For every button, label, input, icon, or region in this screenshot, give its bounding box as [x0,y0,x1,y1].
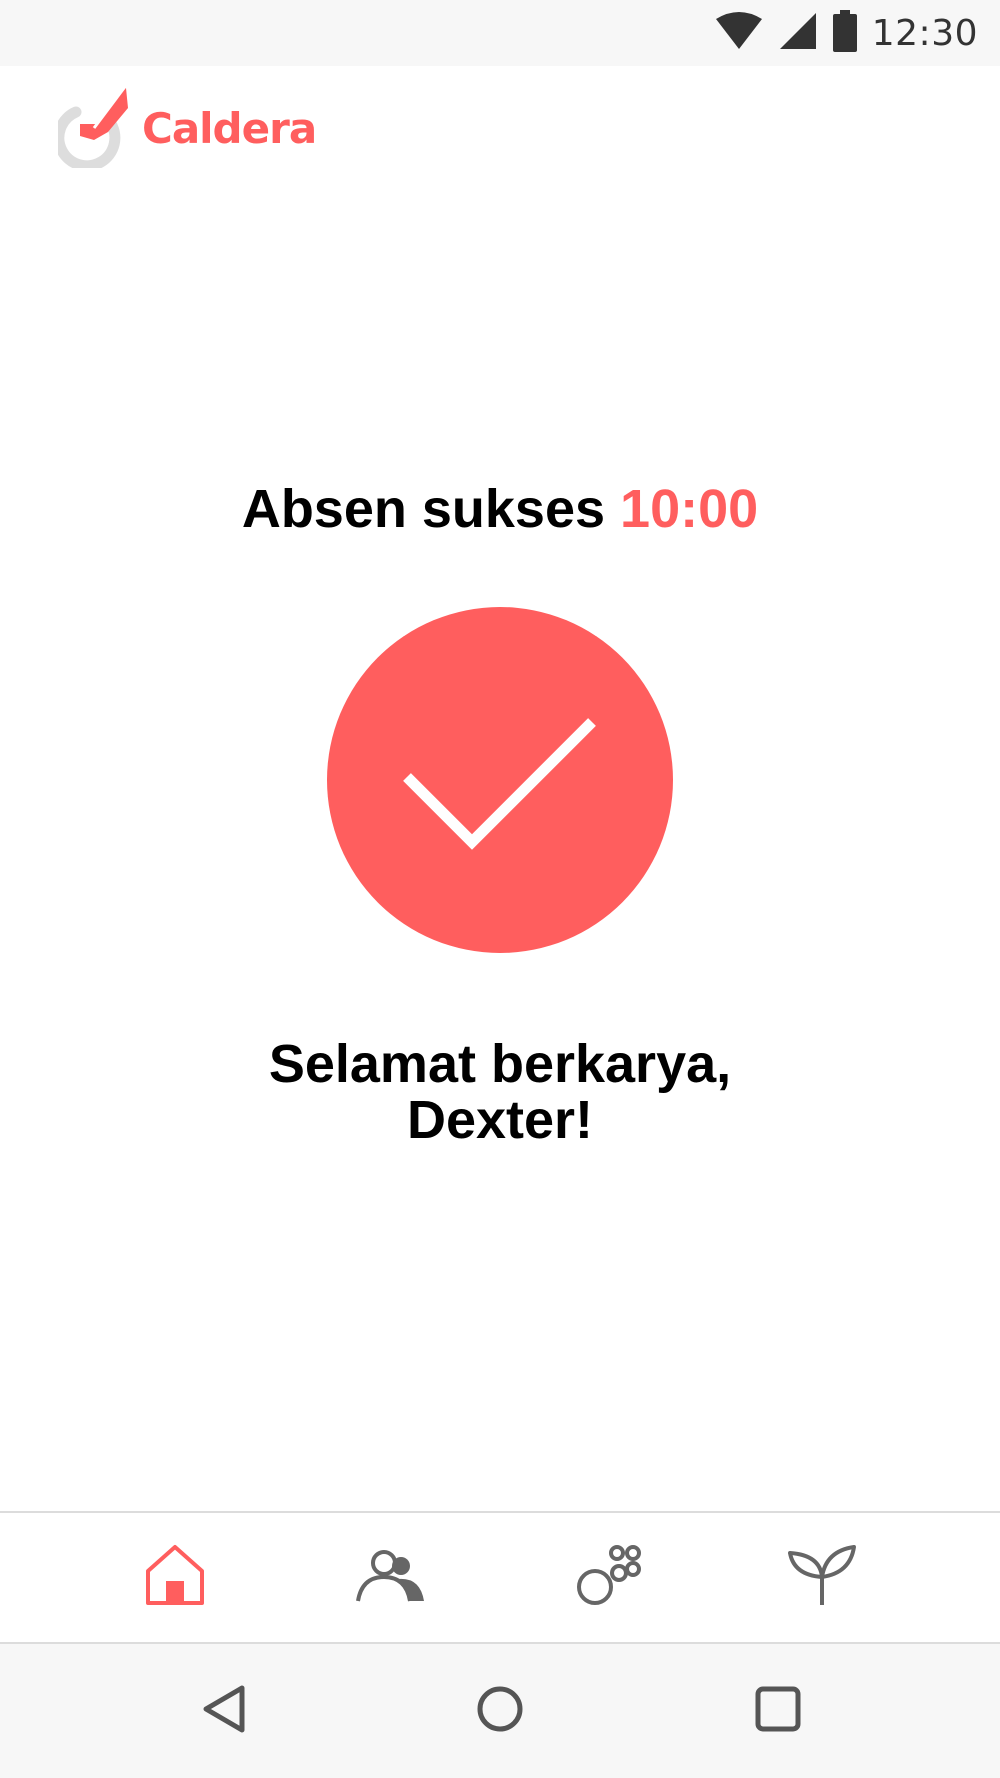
screen: 12:30 Caldera Absen sukses 10:00 Selamat… [0,0,1000,1778]
headline-text: Absen sukses [241,479,606,539]
nav-back-button[interactable] [165,1644,285,1778]
status-icons: 12:30 [714,0,978,66]
greeting-line-2: Dexter! [406,1090,594,1150]
nav-home-button[interactable] [440,1644,560,1778]
wifi-icon [714,11,764,56]
greeting-line-1: Selamat berkarya, [268,1034,732,1094]
tab-groups[interactable] [548,1513,668,1642]
caldera-logo-icon [53,84,136,173]
status-time: 12:30 [871,12,978,54]
checkmark-icon [403,718,596,850]
system-nav-bar [0,1644,1000,1778]
back-icon [200,1684,250,1739]
success-check-badge [327,607,673,953]
status-bar: 12:30 [0,0,1000,66]
nav-recents-button[interactable] [718,1644,838,1778]
recents-icon [753,1684,803,1739]
sprout-icon [786,1543,858,1612]
home-icon [144,1543,206,1612]
people-icon [354,1547,426,1608]
app-logo[interactable]: Caldera [53,84,317,173]
tab-home[interactable] [115,1513,235,1642]
tab-people[interactable] [330,1513,450,1642]
home-circle-icon [475,1684,525,1739]
cell-signal-icon [778,11,818,56]
battery-icon [832,9,858,57]
tab-growth[interactable] [762,1513,882,1642]
app-name: Caldera [142,103,317,153]
greeting-message: Selamat berkarya, Dexter! [0,1036,1000,1148]
bottom-tab-bar [0,1511,1000,1644]
attendance-headline: Absen sukses 10:00 [0,478,1000,540]
bubbles-icon [575,1543,641,1612]
headline-time: 10:00 [620,479,759,539]
